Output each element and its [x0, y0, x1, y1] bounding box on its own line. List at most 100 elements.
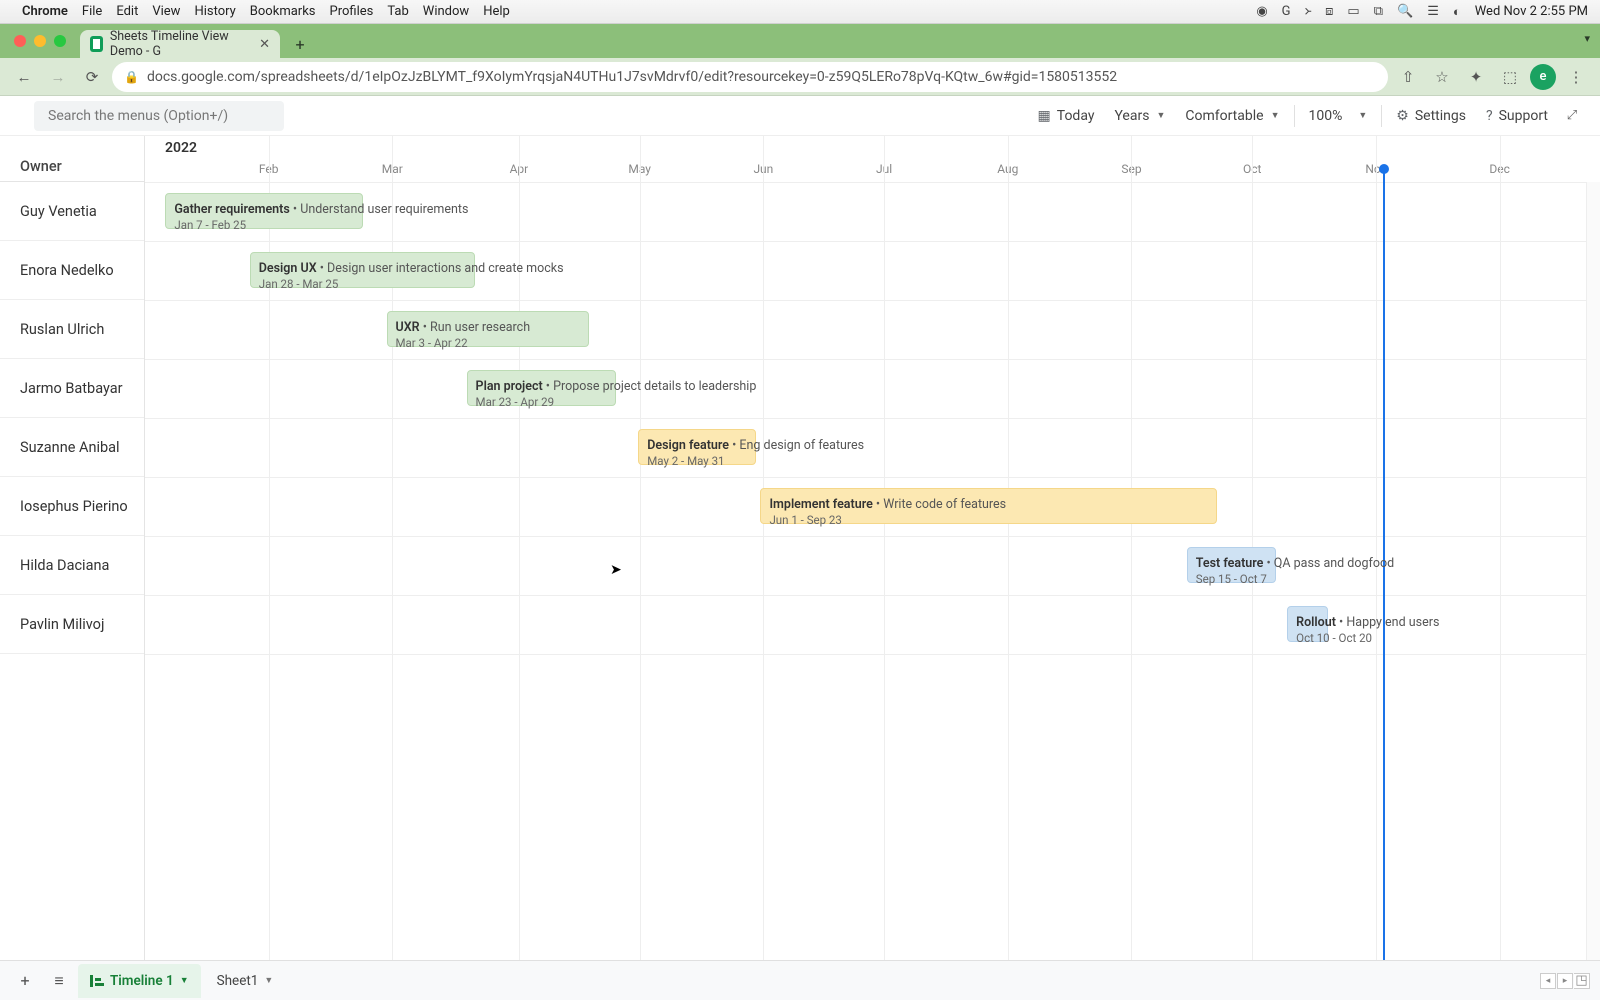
chevron-down-icon: ▼: [1156, 110, 1165, 121]
add-sheet-button[interactable]: +: [10, 966, 40, 996]
owner-row: Enora Nedelko: [0, 241, 144, 300]
chevron-down-icon[interactable]: ▼: [264, 975, 273, 986]
status-icon-bluetooth[interactable]: ᚛: [1305, 4, 1312, 19]
status-icon-siri[interactable]: ◐: [1453, 4, 1461, 20]
task-desc: • Design user interactions and create mo…: [317, 261, 564, 276]
grid-row-line: [145, 300, 1600, 301]
calendar-icon: ▦: [1038, 108, 1051, 124]
timeline-task[interactable]: UXR • Run user researchMar 3 - Apr 22: [387, 311, 589, 347]
task-desc: • Run user research: [420, 320, 531, 335]
mac-menu-edit[interactable]: Edit: [116, 4, 138, 19]
mac-menu-file[interactable]: File: [82, 4, 102, 19]
reload-button[interactable]: ⟳: [78, 63, 106, 91]
density-label: Comfortable: [1185, 108, 1263, 124]
window-controls: [10, 24, 74, 58]
mac-menu-profiles[interactable]: Profiles: [330, 4, 374, 19]
mac-menu-tab[interactable]: Tab: [387, 4, 408, 19]
grid-row-line: [145, 536, 1600, 537]
timescale-dropdown[interactable]: Years ▼: [1104, 101, 1175, 131]
sheet-tab-sheet1[interactable]: Sheet1 ▼: [205, 964, 286, 998]
extensions-icon[interactable]: ✦: [1462, 63, 1490, 91]
timeline-task[interactable]: Rollout • Happy end usersOct 10 - Oct 20: [1287, 606, 1328, 642]
zoom-dropdown[interactable]: 100% ▼: [1299, 101, 1378, 131]
support-label: Support: [1499, 108, 1548, 124]
window-zoom-button[interactable]: [54, 35, 66, 47]
task-dates: Mar 3 - Apr 22: [396, 336, 580, 350]
timeline-grid[interactable]: 2022 FebMarAprMayJunJulAugSepOctNovDec G…: [145, 136, 1600, 960]
mac-menu-help[interactable]: Help: [483, 4, 510, 19]
timeline-task[interactable]: Design feature • Eng design of featuresM…: [638, 429, 756, 465]
task-dates: Jan 7 - Feb 25: [174, 218, 354, 232]
today-button[interactable]: ▦ Today: [1028, 101, 1105, 131]
task-desc: • QA pass and dogfood: [1263, 556, 1394, 571]
grid-row-line: [145, 477, 1600, 478]
grid-row-line: [145, 418, 1600, 419]
separator: [1294, 105, 1295, 127]
chrome-menu-icon[interactable]: ⋮: [1562, 63, 1590, 91]
timeline-task[interactable]: Plan project • Propose project details t…: [467, 370, 617, 406]
status-icon-google[interactable]: G: [1282, 4, 1291, 19]
bookmark-icon[interactable]: ☆: [1428, 63, 1456, 91]
density-dropdown[interactable]: Comfortable ▼: [1175, 101, 1289, 131]
task-desc: • Eng design of features: [729, 438, 864, 453]
back-button[interactable]: ←: [10, 63, 38, 91]
chevron-down-icon[interactable]: ▼: [180, 975, 189, 986]
chrome-tab-strip: Sheets Timeline View Demo - G ✕ + ▾: [0, 24, 1600, 58]
timeline-task[interactable]: Test feature • QA pass and dogfoodSep 15…: [1187, 547, 1276, 583]
mac-menu-view[interactable]: View: [152, 4, 180, 19]
all-sheets-button[interactable]: ≡: [44, 966, 74, 996]
status-icon-globe[interactable]: ◉: [1256, 4, 1267, 19]
owner-row: Jarmo Batbayar: [0, 359, 144, 418]
incognito-icon[interactable]: ⬚: [1496, 63, 1524, 91]
mac-menubar: Chrome File Edit View History Bookmarks …: [0, 0, 1600, 24]
timeline-toolbar: Search the menus (Option+/) ▦ Today Year…: [0, 96, 1600, 136]
timeline-task[interactable]: Implement feature • Write code of featur…: [760, 488, 1217, 524]
window-minimize-button[interactable]: [34, 35, 46, 47]
timeline-task[interactable]: Gather requirements • Understand user re…: [165, 193, 363, 229]
mac-menu-history[interactable]: History: [194, 4, 235, 19]
mac-app-name[interactable]: Chrome: [22, 4, 68, 19]
vertical-scrollbar[interactable]: [1586, 182, 1600, 960]
mac-menu-window[interactable]: Window: [423, 4, 469, 19]
status-icon-battery[interactable]: ▭: [1347, 4, 1359, 19]
lock-icon: 🔒: [124, 70, 139, 84]
grid-row-line: [145, 182, 1600, 183]
task-desc: • Understand user requirements: [290, 202, 469, 217]
settings-label: Settings: [1415, 108, 1466, 124]
scroll-right-button[interactable]: ▸: [1557, 973, 1573, 989]
tabs-dropdown-icon[interactable]: ▾: [1584, 32, 1590, 45]
sheet-tab-timeline[interactable]: Timeline 1 ▼: [78, 964, 201, 998]
scroll-left-button[interactable]: ◂: [1540, 973, 1556, 989]
sheet-tab-label: Timeline 1: [110, 973, 174, 989]
chevron-down-icon: ▼: [1358, 110, 1367, 121]
window-close-button[interactable]: [14, 35, 26, 47]
share-icon[interactable]: ⇧: [1394, 63, 1422, 91]
settings-button[interactable]: ⚙ Settings: [1386, 101, 1476, 131]
forward-button[interactable]: →: [44, 63, 72, 91]
timeline-task[interactable]: Design UX • Design user interactions and…: [250, 252, 476, 288]
profile-avatar[interactable]: e: [1530, 64, 1556, 90]
search-placeholder: Search the menus (Option+/): [48, 108, 228, 124]
task-dates: Jun 1 - Sep 23: [769, 513, 1208, 527]
task-title: Rollout: [1296, 615, 1336, 630]
new-tab-button[interactable]: +: [288, 32, 312, 56]
tab-close-icon[interactable]: ✕: [259, 37, 270, 52]
owner-row: Iosephus Pierino: [0, 477, 144, 536]
today-label: Today: [1057, 108, 1095, 124]
mac-clock[interactable]: Wed Nov 2 2:55 PM: [1475, 4, 1588, 19]
support-button[interactable]: ? Support: [1476, 101, 1558, 131]
status-icon-wifi[interactable]: ⧉: [1374, 4, 1383, 19]
task-desc: • Propose project details to leadership: [543, 379, 757, 394]
address-bar[interactable]: 🔒 docs.google.com/spreadsheets/d/1eIpOzJ…: [112, 62, 1388, 92]
timeline-icon: [90, 975, 104, 987]
menu-search-input[interactable]: Search the menus (Option+/): [34, 101, 284, 131]
grid-row-line: [145, 654, 1600, 655]
expand-button[interactable]: ⤢: [1558, 108, 1586, 123]
browser-tab[interactable]: Sheets Timeline View Demo - G ✕: [80, 30, 280, 58]
status-icon-control[interactable]: ☰: [1427, 4, 1439, 19]
status-icon-dropbox[interactable]: ⧈: [1325, 4, 1333, 19]
mac-menu-bookmarks[interactable]: Bookmarks: [250, 4, 316, 19]
status-icon-search[interactable]: 🔍: [1397, 4, 1413, 19]
chevron-down-icon: ▼: [1271, 110, 1280, 121]
explore-button[interactable]: ◳: [1574, 973, 1590, 989]
